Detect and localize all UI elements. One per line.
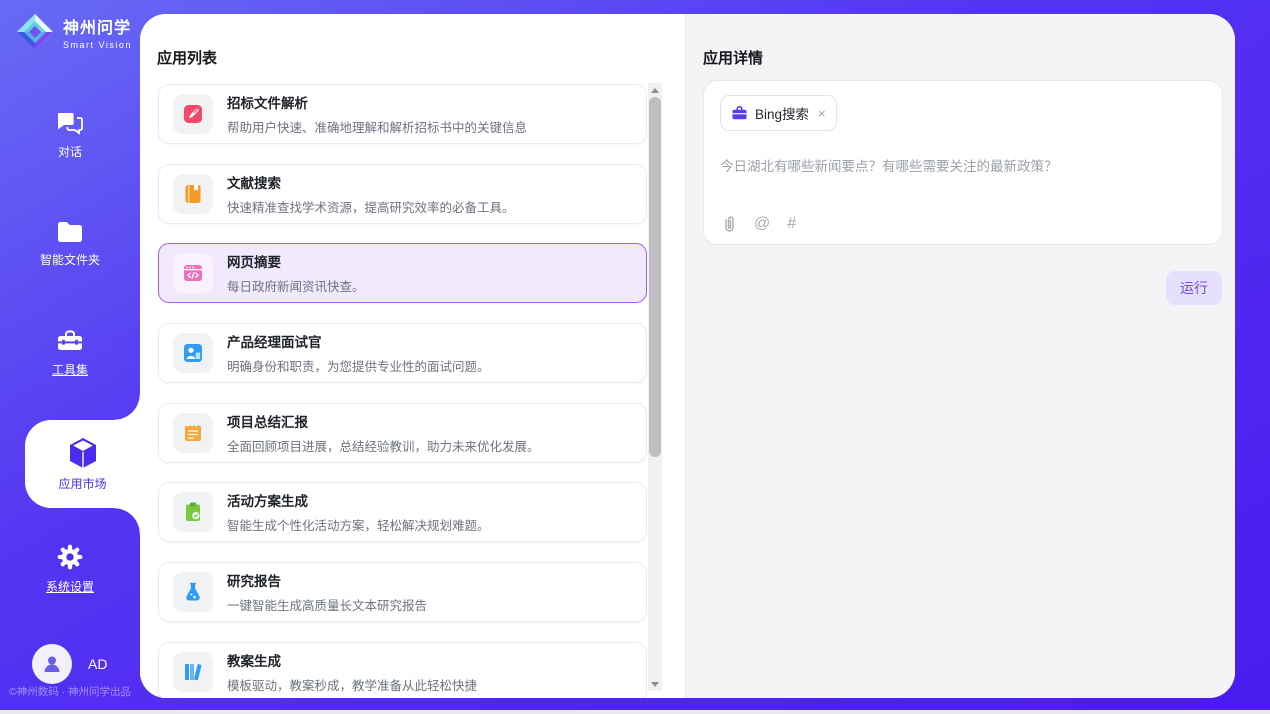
app-detail-title: 应用详情 — [703, 47, 763, 68]
app-card-title: 文献搜索 — [227, 172, 515, 192]
bubble-curve-top — [114, 394, 140, 420]
sidebar-item-label: 工具集 — [52, 361, 88, 378]
scrollbar-thumb[interactable] — [649, 97, 661, 457]
sidebar-item-toolset[interactable]: 工具集 — [0, 328, 140, 378]
app-card-title: 产品经理面试官 — [227, 331, 490, 351]
app-card-title: 网页摘要 — [227, 251, 365, 271]
avatar-icon — [41, 653, 63, 675]
app-card-description: 明确身份和职责，为您提供专业性的面试问题。 — [227, 356, 490, 375]
app-card-title: 研究报告 — [227, 570, 427, 590]
tag-close-icon[interactable]: × — [818, 107, 826, 120]
app-card-description: 模板驱动，教案秒成，教学准备从此轻松快捷 — [227, 675, 477, 694]
pen-square-icon — [173, 94, 213, 134]
app-card-lesson-plan[interactable]: 教案生成 模板驱动，教案秒成，教学准备从此轻松快捷 — [158, 642, 647, 698]
app-card-description: 一键智能生成高质量长文本研究报告 — [227, 595, 427, 614]
sidebar-footer: ©神州数码 · 神州问学出品 — [0, 684, 140, 699]
scrollbar-up-arrow[interactable] — [648, 83, 662, 97]
sidebar-item-label: 智能文件夹 — [40, 251, 100, 268]
app-card-title: 项目总结汇报 — [227, 411, 540, 431]
cube-icon — [68, 437, 98, 469]
app-card-research-report[interactable]: 研究报告 一键智能生成高质量长文本研究报告 — [158, 562, 647, 622]
clipboard-check-icon — [173, 492, 213, 532]
query-input-card[interactable]: Bing搜索 × 今日湖北有哪些新闻要点？有哪些需要关注的最新政策？ @ # — [703, 80, 1223, 245]
app-card-title: 活动方案生成 — [227, 490, 490, 510]
app-card-pm-interviewer[interactable]: 产品经理面试官 明确身份和职责，为您提供专业性的面试问题。 — [158, 323, 647, 383]
app-card-project-summary[interactable]: 项目总结汇报 全面回顾项目进展，总结经验教训，助力未来优化发展。 — [158, 403, 647, 463]
chat-icon — [56, 110, 84, 136]
app-list: 招标文件解析 帮助用户快速、准确地理解和解析招标书中的关键信息 文献搜索 快速精… — [158, 84, 647, 698]
at-icon[interactable]: @ — [754, 215, 770, 233]
folder-icon — [56, 220, 84, 244]
user-row[interactable]: AD — [32, 644, 107, 684]
app-card-title: 招标文件解析 — [227, 92, 527, 112]
main-content: 应用列表 招标文件解析 帮助用户快速、准确地理解和解析招标书中的关键信息 — [140, 14, 1235, 698]
sticky-note-icon — [173, 413, 213, 453]
sidebar: 神州问学 Smart Vision 对话 智能文件夹 — [0, 0, 140, 714]
sidebar-item-settings[interactable]: 系统设置 — [0, 543, 140, 595]
app-card-bid-analysis[interactable]: 招标文件解析 帮助用户快速、准确地理解和解析招标书中的关键信息 — [158, 84, 647, 144]
sidebar-item-smart-folders[interactable]: 智能文件夹 — [0, 220, 140, 268]
brand-subtitle: Smart Vision — [63, 40, 132, 50]
app-card-event-plan[interactable]: 活动方案生成 智能生成个性化活动方案，轻松解决规划难题。 — [158, 482, 647, 542]
app-card-description: 快速精准查找学术资源，提高研究效率的必备工具。 — [227, 197, 515, 216]
research-flask-icon — [173, 572, 213, 612]
brand-name: 神州问学 — [63, 14, 132, 38]
app-card-description: 全面回顾项目进展，总结经验教训，助力未来优化发展。 — [227, 436, 540, 455]
app-card-web-summary[interactable]: 网页摘要 每日政府新闻资讯快查。 — [158, 243, 647, 303]
tool-tag-bing-search[interactable]: Bing搜索 × — [720, 95, 837, 131]
gear-icon — [56, 543, 84, 571]
input-toolbar: @ # — [722, 215, 796, 233]
brand-diamond-icon — [15, 12, 55, 52]
sidebar-item-label: 对话 — [58, 143, 82, 160]
app-card-description: 帮助用户快速、准确地理解和解析招标书中的关键信息 — [227, 117, 527, 136]
paperclip-icon[interactable] — [722, 215, 737, 233]
sidebar-item-label: 系统设置 — [46, 578, 94, 595]
book-icon — [173, 174, 213, 214]
app-card-title: 教案生成 — [227, 650, 477, 670]
bubble-curve-bottom — [114, 508, 140, 534]
run-row: 运行 — [1166, 271, 1222, 305]
hash-icon[interactable]: # — [787, 215, 796, 233]
avatar — [32, 644, 72, 684]
sidebar-item-label: 应用市场 — [58, 475, 106, 492]
interviewer-icon — [173, 333, 213, 373]
sidebar-item-chat[interactable]: 对话 — [0, 110, 140, 160]
tool-tag-label: Bing搜索 — [755, 103, 809, 123]
app-card-description: 每日政府新闻资讯快查。 — [227, 276, 365, 295]
app-list-title: 应用列表 — [157, 47, 217, 68]
books-icon — [173, 652, 213, 692]
briefcase-icon — [731, 105, 748, 121]
user-name: AD — [88, 656, 107, 672]
sidebar-item-app-market[interactable]: 应用市场 — [25, 420, 140, 508]
browser-code-icon — [173, 253, 213, 293]
scrollbar-down-arrow[interactable] — [648, 677, 662, 691]
query-text-input[interactable]: 今日湖北有哪些新闻要点？有哪些需要关注的最新政策？ — [720, 155, 1206, 175]
app-list-scrollbar[interactable] — [648, 83, 662, 691]
app-card-description: 智能生成个性化活动方案，轻松解决规划难题。 — [227, 515, 490, 534]
app-list-panel: 应用列表 招标文件解析 帮助用户快速、准确地理解和解析招标书中的关键信息 — [140, 14, 685, 698]
app-card-literature-search[interactable]: 文献搜索 快速精准查找学术资源，提高研究效率的必备工具。 — [158, 164, 647, 224]
bottom-edge — [0, 710, 1270, 714]
app-detail-panel: 应用详情 Bing搜索 × 今日湖北有哪些新闻要点？有哪些需要关注的最新政策？ — [685, 14, 1235, 698]
app-logo: 神州问学 Smart Vision — [15, 12, 132, 52]
run-button[interactable]: 运行 — [1166, 271, 1222, 305]
toolbox-icon — [56, 328, 84, 354]
